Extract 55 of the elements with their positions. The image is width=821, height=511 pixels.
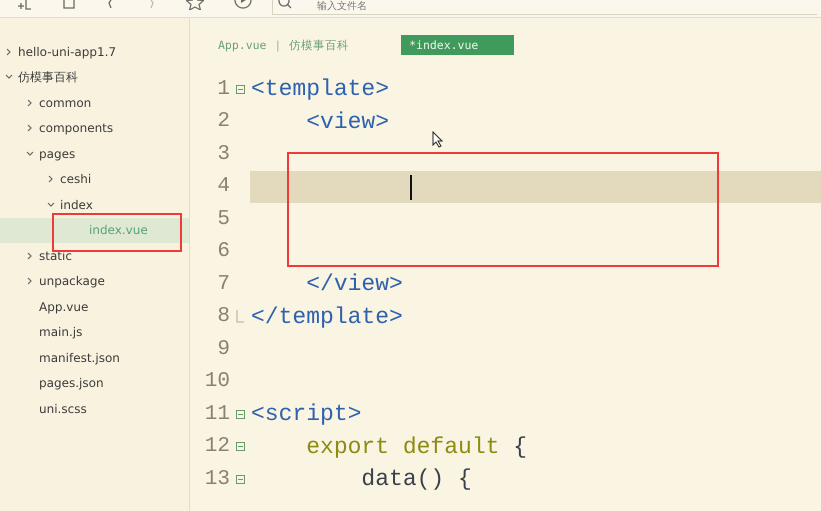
code-line: data() { [360,466,472,492]
tree-item[interactable]: uni.scss [0,396,189,422]
chevron-right-icon [5,48,13,56]
add-file-icon[interactable] [16,0,32,10]
play-icon[interactable] [234,0,252,10]
line-number: 8 [216,305,230,328]
chevron-down-icon [26,150,34,158]
line-number: 13 [204,468,230,491]
tree-item[interactable]: main.js [0,320,189,345]
tree-item[interactable]: components [0,116,189,141]
chevron-right-icon [26,124,34,132]
tree-item[interactable]: common [0,90,189,116]
tree-item[interactable]: 仿模事百科 [0,64,189,90]
line-number: 7 [216,272,230,296]
line-number: 11 [204,402,230,426]
chevron-right-icon [26,277,34,286]
code-line: </template> [251,304,403,330]
line-number: 10 [204,370,230,394]
star-icon[interactable] [186,0,204,10]
search-icon [277,0,293,10]
code-line: </view> [305,271,403,298]
line-number: 12 [204,435,230,458]
collapse-icon[interactable] [236,410,245,419]
line-number: 4 [216,175,230,198]
tree-item[interactable]: pages [0,141,189,166]
tree-item[interactable]: pages.json [0,370,189,396]
line-number: 6 [216,240,230,264]
code-line: export default { [305,434,528,460]
line-number: 2 [216,110,230,134]
code-line: <view> [305,108,390,135]
tree-item[interactable]: ceshi [0,166,189,192]
tab-separator: | [274,38,282,52]
line-number: 1 [216,78,230,101]
chevron-down-icon [47,200,55,209]
tree-item[interactable]: static [0,243,189,268]
text-cursor [410,174,412,200]
collapse-icon[interactable] [236,442,245,452]
code-line: <template> [251,76,390,102]
line-number: 5 [216,208,230,231]
mouse-pointer-icon [432,131,443,148]
tree-item[interactable]: index [0,192,189,218]
tree-item[interactable]: App.vue [0,294,189,320]
line-number: 3 [216,142,230,166]
chevron-right-icon [26,252,34,260]
tree-item[interactable]: hello-uni-app1.7 [0,39,189,64]
chevron-right-icon [47,175,55,184]
chevron-right-icon [26,98,34,107]
search-field[interactable]: 输入文件名 [299,0,517,13]
collapse-icon[interactable] [236,84,245,94]
tree-item[interactable]: unpackage [0,268,189,294]
collapse-icon[interactable] [236,474,245,484]
chevron-down-icon [5,73,13,82]
code-line: <script> [251,401,362,428]
tree-item[interactable]: manifest.json [0,345,189,370]
line-number: 9 [216,338,230,361]
